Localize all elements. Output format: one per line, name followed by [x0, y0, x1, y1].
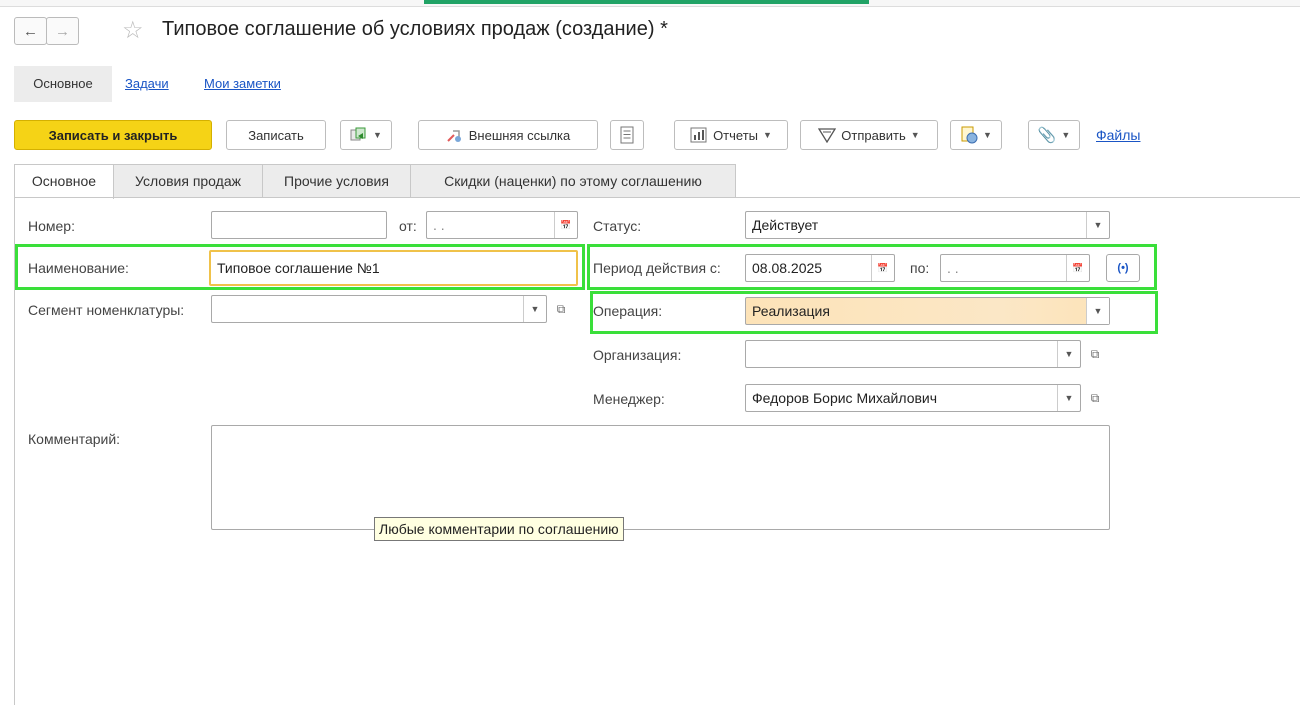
operation-field[interactable]: Реализация ▼ [745, 297, 1110, 325]
chevron-down-icon: ▼ [910, 130, 920, 140]
open-manager-button[interactable]: ⧉ [1084, 384, 1106, 412]
manager-label: Менеджер: [593, 391, 665, 407]
subnav-notes[interactable]: Мои заметки [204, 66, 281, 102]
manager-value: Федоров Борис Михайлович [752, 390, 938, 406]
create-based-on-icon [350, 127, 366, 141]
reports-label: Отчеты [713, 127, 758, 143]
document-date-value: . . [433, 217, 445, 233]
open-window-icon: ⧉ [556, 302, 566, 316]
save-button[interactable]: Записать [226, 120, 326, 150]
document-button[interactable] [610, 120, 644, 150]
send-button[interactable]: Отправить ▼ [800, 120, 938, 150]
external-link-button[interactable]: Внешняя ссылка [418, 120, 598, 150]
organization-field[interactable]: ▼ [745, 340, 1081, 368]
broadcast-icon: (•) [1117, 262, 1129, 274]
comment-field[interactable] [211, 425, 1110, 530]
calendar-icon[interactable]: 📅 [871, 255, 894, 281]
chevron-down-icon[interactable]: ▼ [1086, 298, 1109, 324]
forward-button[interactable]: → [46, 17, 79, 45]
name-label: Наименование: [28, 260, 129, 276]
period-to-value: . . [947, 260, 959, 276]
chevron-down-icon[interactable]: ▼ [1057, 385, 1080, 411]
chevron-down-icon[interactable]: ▼ [1086, 212, 1109, 238]
attach-button[interactable]: 📎 ▼ [1028, 120, 1080, 150]
window-tab-strip [0, 0, 1300, 7]
name-field[interactable]: Типовое соглашение №1 [209, 250, 578, 286]
number-field[interactable] [211, 211, 387, 239]
paperclip-icon: 📎 [1037, 127, 1057, 144]
external-link-icon [447, 130, 461, 142]
status-value: Действует [752, 217, 819, 233]
reports-icon [690, 127, 707, 143]
calendar-icon[interactable]: 📅 [554, 212, 577, 238]
files-link[interactable]: Файлы [1096, 127, 1140, 143]
arrow-left-icon: ← [23, 22, 38, 40]
segment-label: Сегмент номенклатуры: [28, 302, 185, 318]
period-from-field[interactable]: 08.08.2025 📅 [745, 254, 895, 282]
reports-button[interactable]: Отчеты ▼ [674, 120, 788, 150]
manager-field[interactable]: Федоров Борис Михайлович ▼ [745, 384, 1081, 412]
back-button[interactable]: ← [14, 17, 47, 45]
period-label: Период действия с: [593, 260, 721, 276]
send-icon [818, 128, 837, 143]
external-link-label: Внешняя ссылка [468, 127, 571, 143]
organization-value [746, 341, 1057, 367]
calendar-icon[interactable]: 📅 [1066, 255, 1089, 281]
status-field[interactable]: Действует ▼ [745, 211, 1110, 239]
chevron-down-icon: ▼ [373, 130, 382, 140]
name-value: Типовое соглашение №1 [217, 260, 380, 276]
save-label: Записать [248, 127, 304, 143]
tab-sales-terms[interactable]: Условия продаж [113, 164, 263, 197]
chevron-down-icon: ▼ [983, 130, 992, 140]
subnav-tasks[interactable]: Задачи [125, 66, 169, 102]
save-and-close-label: Записать и закрыть [48, 127, 178, 143]
tab-main[interactable]: Основное [14, 164, 114, 199]
active-window-tab-indicator[interactable] [424, 0, 869, 4]
print-icon [961, 126, 978, 144]
tab-panel-border [14, 197, 1300, 198]
period-settings-button[interactable]: (•) [1106, 254, 1140, 282]
subnav-main[interactable]: Основное [14, 66, 112, 102]
print-button[interactable]: ▼ [950, 120, 1002, 150]
send-label: Отправить [841, 127, 906, 143]
number-label: Номер: [28, 218, 75, 234]
open-window-icon: ⧉ [1090, 347, 1100, 361]
page-title: Типовое соглашение об условиях продаж (с… [162, 18, 668, 40]
chevron-down-icon[interactable]: ▼ [1057, 341, 1080, 367]
star-icon[interactable]: ☆ [122, 16, 144, 45]
operation-value: Реализация [752, 303, 830, 319]
period-to-field[interactable]: . . 📅 [940, 254, 1090, 282]
period-from-value: 08.08.2025 [752, 260, 823, 276]
document-icon [620, 126, 634, 144]
open-organization-button[interactable]: ⧉ [1084, 340, 1106, 368]
status-label: Статус: [593, 218, 642, 234]
comment-tooltip: Любые комментарии по соглашению [374, 517, 624, 541]
create-based-on-button[interactable]: ▼ [340, 120, 392, 150]
tab-discounts[interactable]: Скидки (наценки) по этому соглашению [410, 164, 736, 197]
chevron-down-icon[interactable]: ▼ [523, 296, 546, 322]
comment-label: Комментарий: [28, 431, 121, 447]
period-to-label: по: [910, 260, 930, 276]
arrow-right-icon: → [55, 22, 70, 40]
open-segment-button[interactable]: ⧉ [550, 295, 572, 323]
organization-label: Организация: [593, 347, 682, 363]
chevron-down-icon: ▼ [763, 130, 772, 140]
document-date-field[interactable]: . . 📅 [426, 211, 578, 239]
open-window-icon: ⧉ [1090, 391, 1100, 405]
chevron-down-icon: ▼ [1061, 130, 1071, 140]
segment-field[interactable]: ▼ [211, 295, 547, 323]
segment-value [212, 296, 523, 322]
tab-other-terms[interactable]: Прочие условия [262, 164, 411, 197]
date-from-label: от: [399, 218, 417, 234]
save-and-close-button[interactable]: Записать и закрыть [14, 120, 212, 150]
operation-label: Операция: [593, 303, 663, 319]
